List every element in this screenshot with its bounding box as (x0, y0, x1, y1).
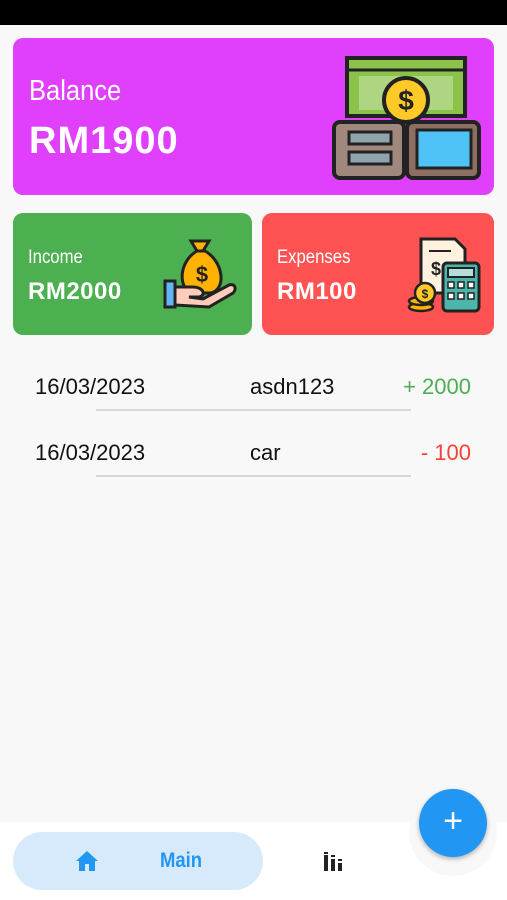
transaction-name: asdn123 (250, 374, 335, 399)
transaction-row[interactable]: 16/03/2023 asdn123 + 2000 (0, 358, 507, 418)
transaction-row[interactable]: 16/03/2023 car - 100 (0, 424, 507, 484)
income-value: RM2000 (28, 278, 122, 305)
expenses-value: RM100 (277, 278, 357, 305)
money-bag-hand-icon: $ (163, 235, 239, 316)
income-card: Income RM2000 $ (13, 213, 252, 335)
transaction-amount: + 2000 (403, 374, 471, 399)
transaction-name: car (250, 440, 281, 465)
svg-text:$: $ (422, 287, 429, 301)
balance-card: Balance RM1900 $ (13, 38, 494, 195)
balance-label: Balance (29, 75, 122, 107)
income-label: Income (28, 247, 83, 268)
expenses-label: Expenses (277, 247, 351, 268)
nav-home-label: Main (160, 849, 203, 872)
status-bar (0, 0, 507, 25)
home-icon (75, 850, 99, 877)
transaction-amount: - 100 (420, 440, 471, 465)
money-wallet-icon: $ (331, 54, 483, 187)
expense-card: Expenses RM100 $ $ (262, 213, 494, 335)
transaction-date: 16/03/2023 (35, 374, 146, 399)
balance-value: RM1900 (29, 120, 179, 162)
add-transaction-button[interactable]: + (419, 789, 487, 857)
bill-calculator-icon: $ $ (407, 237, 483, 318)
divider (96, 409, 411, 411)
svg-text:$: $ (398, 85, 414, 116)
svg-text:$: $ (431, 259, 441, 279)
plus-icon: + (443, 802, 463, 840)
nav-home-tab[interactable]: Main (13, 832, 263, 890)
bar-chart-icon[interactable] (322, 851, 346, 876)
divider (96, 475, 411, 477)
transaction-date: 16/03/2023 (35, 440, 146, 465)
svg-text:$: $ (196, 262, 208, 287)
